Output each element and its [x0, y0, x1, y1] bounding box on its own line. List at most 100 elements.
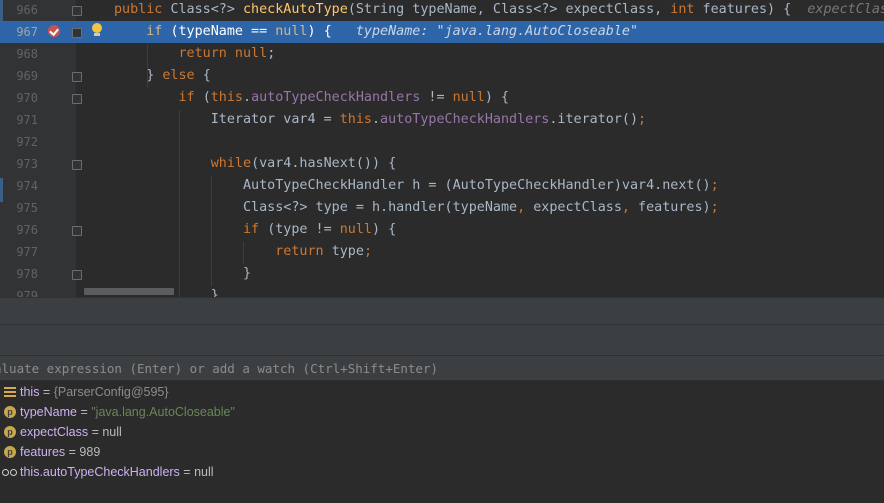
- code-text: AutoTypeCheckHandler h = (AutoTypeCheckH…: [114, 175, 719, 197]
- variable-row[interactable]: this = {ParserConfig@595}: [0, 382, 884, 402]
- variable-row[interactable]: p expectClass = null: [0, 422, 884, 442]
- code-token: (type !=: [267, 222, 340, 237]
- code-token: ;: [267, 46, 276, 61]
- code-token: ;: [710, 200, 719, 215]
- code-token: ;: [710, 178, 719, 193]
- line-number: 973: [16, 157, 38, 171]
- debugger-toolbar-area: [0, 297, 884, 355]
- code-token: this: [339, 112, 372, 127]
- code-line[interactable]: 977 return type;: [0, 241, 884, 263]
- code-line[interactable]: 975 Class<?> type = h.handler(typeName, …: [0, 197, 884, 219]
- variable-value: 989: [79, 445, 101, 459]
- line-number: 970: [16, 91, 38, 105]
- code-line[interactable]: 971 Iterator var4 = this.autoTypeCheckHa…: [0, 109, 884, 131]
- code-token: features): [638, 200, 711, 215]
- code-token: (typeName ==: [170, 24, 276, 39]
- variable-equals: =: [65, 445, 80, 459]
- evaluate-expression-bar: [0, 355, 884, 381]
- code-token: null: [275, 24, 308, 39]
- breakpoint-icon[interactable]: [48, 25, 60, 37]
- line-number: 976: [16, 223, 38, 237]
- code-token: this: [210, 90, 243, 105]
- code-token: return null: [178, 46, 268, 61]
- indent-guide: [243, 242, 244, 264]
- code-token: features) {: [702, 2, 808, 17]
- variable-value: "java.lang.AutoCloseable": [91, 405, 235, 419]
- fold-toggle-icon[interactable]: [72, 160, 82, 170]
- code-editor[interactable]: 966 public Class<?> checkAutoType(String …: [0, 0, 884, 297]
- code-token: public: [114, 2, 171, 17]
- current-execution-line[interactable]: 967 if (typeName == null) { typeName: "j…: [0, 21, 884, 43]
- variable-name: expectClass: [20, 425, 89, 439]
- code-token: .: [243, 90, 252, 105]
- line-number: 978: [16, 267, 38, 281]
- variable-text: features = 989: [20, 442, 100, 462]
- code-token: .: [371, 112, 381, 127]
- horizontal-scrollbar[interactable]: [84, 288, 174, 295]
- code-text: } else {: [114, 65, 211, 87]
- code-token: {: [202, 68, 211, 83]
- code-token: Class<?> type = h.handler(typeName: [114, 200, 518, 215]
- line-number: 972: [16, 135, 38, 149]
- code-token: ,: [517, 200, 534, 215]
- evaluate-expression-input[interactable]: [0, 356, 860, 380]
- variable-text: expectClass = null: [20, 422, 122, 442]
- code-line[interactable]: 966 public Class<?> checkAutoType(String …: [0, 0, 884, 21]
- inline-value-hint: typeName: "java.lang.AutoCloseable": [355, 24, 639, 39]
- parameter-icon: p: [4, 446, 16, 458]
- field-list-icon: [4, 386, 16, 398]
- code-token: checkAutoType: [243, 2, 348, 17]
- toolbar-divider: [0, 324, 884, 325]
- variable-equals: =: [39, 385, 54, 399]
- fold-toggle-icon[interactable]: [72, 270, 82, 280]
- code-line[interactable]: 970 if (this.autoTypeCheckHandlers != nu…: [0, 87, 884, 109]
- code-text: }: [114, 263, 251, 285]
- code-line[interactable]: 972: [0, 131, 884, 153]
- indent-guide: [179, 110, 180, 297]
- code-token: if: [243, 222, 268, 237]
- parameter-icon: p: [4, 406, 16, 418]
- variable-row[interactable]: p typeName = "java.lang.AutoCloseable": [0, 402, 884, 422]
- code-line[interactable]: 976 if (type != null) {: [0, 219, 884, 241]
- code-text: while(var4.hasNext()) {: [114, 153, 396, 175]
- code-token: int: [670, 2, 703, 17]
- variable-row[interactable]: this.autoTypeCheckHandlers = null: [0, 462, 884, 482]
- code-token: (: [202, 90, 211, 105]
- code-line[interactable]: 974 AutoTypeCheckHandler h = (AutoTypeCh…: [0, 175, 884, 197]
- variable-name: features: [20, 445, 66, 459]
- code-line[interactable]: 973 while(var4.hasNext()) {: [0, 153, 884, 175]
- code-line[interactable]: 968 return null;: [0, 43, 884, 65]
- parameter-icon: p: [4, 426, 16, 438]
- variable-equals: =: [88, 425, 103, 439]
- intention-bulb-icon[interactable]: [91, 22, 103, 38]
- code-token: ) {: [484, 90, 510, 105]
- code-line[interactable]: 978 }: [0, 263, 884, 285]
- code-token: AutoTypeCheckHandler h = (AutoTypeCheckH…: [114, 178, 711, 193]
- code-token: if: [178, 90, 203, 105]
- variable-equals: =: [76, 405, 92, 419]
- variable-name: this: [20, 385, 40, 399]
- fold-toggle-icon[interactable]: [72, 94, 82, 104]
- variable-value: null: [194, 465, 214, 479]
- code-token: ) {: [307, 24, 356, 39]
- fold-toggle-icon[interactable]: [72, 28, 82, 38]
- code-text: public Class<?> checkAutoType(String typ…: [114, 0, 884, 21]
- watch-icon: [2, 466, 17, 478]
- fold-toggle-icon[interactable]: [72, 72, 82, 82]
- fold-toggle-icon[interactable]: [72, 226, 82, 236]
- variable-row[interactable]: p features = 989: [0, 442, 884, 462]
- line-number: 969: [16, 69, 38, 83]
- line-number: 977: [16, 245, 38, 259]
- line-number: 968: [16, 47, 38, 61]
- code-text: if (this.autoTypeCheckHandlers != null) …: [114, 87, 510, 109]
- variable-name: this.autoTypeCheckHandlers: [20, 465, 180, 479]
- code-line[interactable]: 969 } else {: [0, 65, 884, 87]
- code-token: ;: [638, 112, 647, 127]
- line-number: 967: [16, 25, 38, 39]
- fold-toggle-icon[interactable]: [72, 6, 82, 16]
- indent-guide: [147, 44, 148, 88]
- code-token: if: [146, 24, 171, 39]
- variable-text: this.autoTypeCheckHandlers = null: [20, 462, 214, 482]
- variable-equals: =: [179, 465, 195, 479]
